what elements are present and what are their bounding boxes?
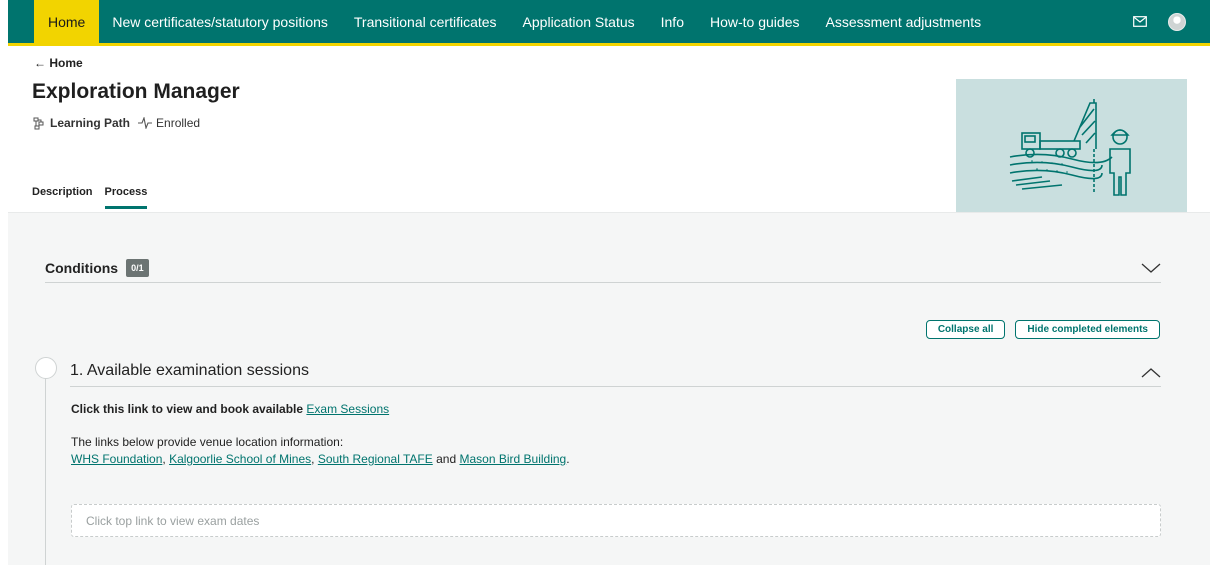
exam-sessions-link[interactable]: Exam Sessions bbox=[306, 402, 389, 416]
step-status-circle bbox=[35, 357, 57, 379]
venue-link-kalgoorlie[interactable]: Kalgoorlie School of Mines bbox=[169, 452, 311, 466]
top-navbar: Home New certificates/statutory position… bbox=[8, 0, 1210, 46]
venue-link-whs-foundation[interactable]: WHS Foundation bbox=[71, 452, 162, 466]
tab-process[interactable]: Process bbox=[104, 186, 148, 209]
booking-line: Click this link to view and book availab… bbox=[71, 402, 1161, 416]
collapse-all-button[interactable]: Collapse all bbox=[925, 320, 1006, 339]
page-header: ← Home Exploration Manager Learning Path… bbox=[8, 46, 1210, 212]
nav-right-group bbox=[1120, 0, 1210, 43]
nav-item-info[interactable]: Info bbox=[648, 0, 697, 43]
nav-item-new-certificates[interactable]: New certificates/statutory positions bbox=[99, 0, 341, 43]
page-title: Exploration Manager bbox=[32, 80, 240, 103]
back-home-link[interactable]: ← Home bbox=[34, 56, 83, 70]
venue-intro: The links below provide venue location i… bbox=[71, 435, 344, 449]
step-header[interactable]: 1. Available examination sessions bbox=[70, 357, 1161, 387]
tab-description[interactable]: Description bbox=[32, 186, 93, 209]
chevron-down-icon[interactable] bbox=[1141, 261, 1161, 275]
conditions-accordion[interactable]: Conditions 0/1 bbox=[45, 247, 1161, 283]
mail-icon[interactable] bbox=[1120, 0, 1160, 43]
chevron-up-icon[interactable] bbox=[1141, 366, 1161, 380]
pulse-icon bbox=[138, 117, 153, 129]
step-timeline-line bbox=[45, 369, 46, 565]
nav-item-application-status[interactable]: Application Status bbox=[510, 0, 648, 43]
nav-item-home[interactable]: Home bbox=[34, 0, 100, 43]
step-body: Click this link to view and book availab… bbox=[71, 402, 1161, 466]
exam-dates-placeholder: Click top link to view exam dates bbox=[71, 504, 1161, 537]
drilling-rig-illustration bbox=[1009, 98, 1131, 196]
separator: , bbox=[311, 452, 318, 466]
tab-bar: Description Process bbox=[32, 186, 159, 209]
nav-item-transitional-certificates[interactable]: Transitional certificates bbox=[341, 0, 510, 43]
learning-path-label: Learning Path bbox=[50, 116, 131, 130]
action-buttons: Collapse all Hide completed elements bbox=[925, 320, 1160, 339]
meta-row: Learning Path Enrolled bbox=[32, 116, 200, 130]
hide-completed-button[interactable]: Hide completed elements bbox=[1015, 320, 1160, 339]
avatar[interactable] bbox=[1168, 12, 1186, 31]
process-content: Conditions 0/1 Collapse all Hide complet… bbox=[8, 212, 1210, 565]
conditions-title: Conditions bbox=[45, 260, 119, 276]
step-title: 1. Available examination sessions bbox=[70, 362, 309, 379]
hero-illustration bbox=[956, 79, 1187, 212]
venue-links: WHS Foundation, Kalgoorlie School of Min… bbox=[71, 452, 1161, 466]
learning-path-icon bbox=[32, 116, 46, 130]
status-label: Enrolled bbox=[156, 116, 201, 130]
venue-link-mason-bird[interactable]: Mason Bird Building bbox=[459, 452, 566, 466]
nav-item-how-to-guides[interactable]: How-to guides bbox=[697, 0, 813, 43]
venue-link-south-regional-tafe[interactable]: South Regional TAFE bbox=[318, 452, 433, 466]
booking-text: Click this link to view and book availab… bbox=[71, 402, 304, 416]
separator: and bbox=[432, 452, 460, 466]
separator: . bbox=[566, 452, 570, 466]
nav-item-assessment-adjustments[interactable]: Assessment adjustments bbox=[812, 0, 994, 43]
conditions-badge: 0/1 bbox=[126, 259, 149, 277]
